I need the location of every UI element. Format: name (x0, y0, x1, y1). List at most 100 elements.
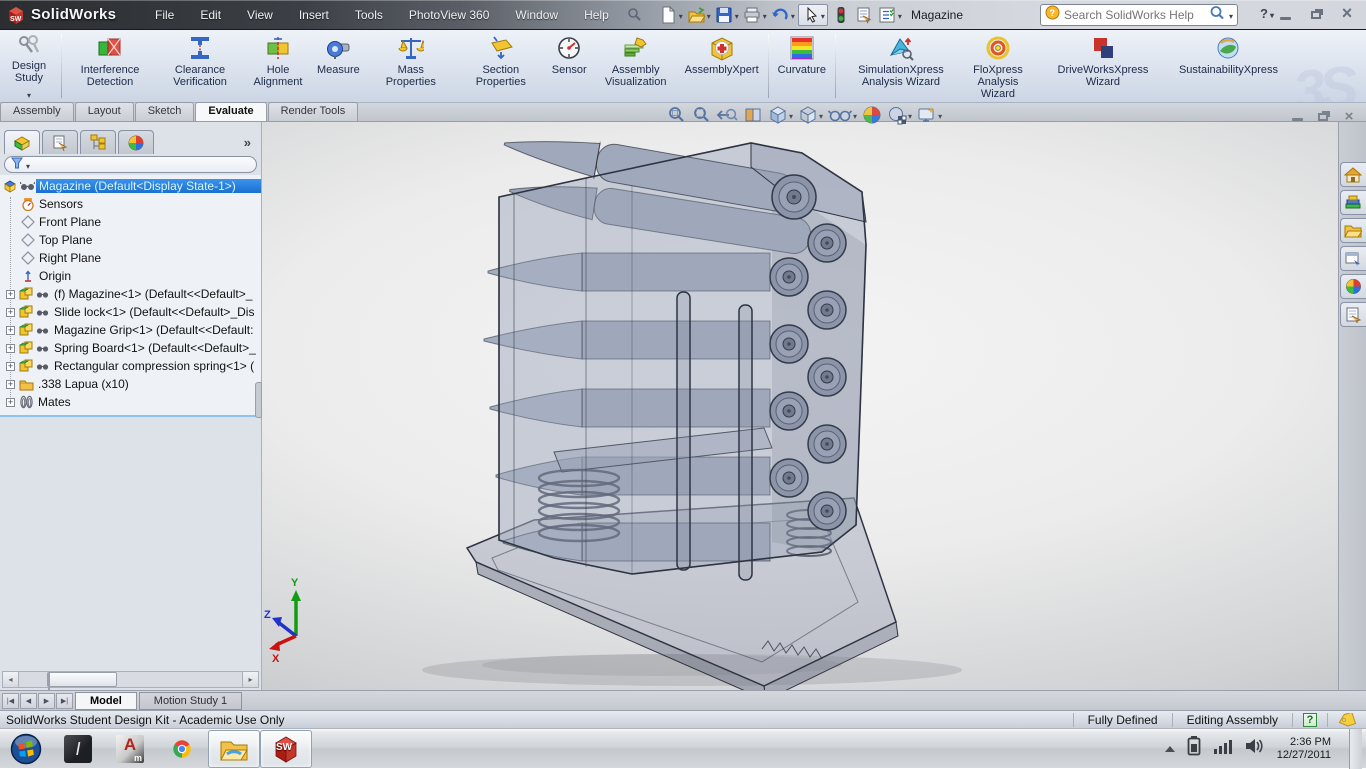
network-signal-icon[interactable] (1213, 737, 1233, 760)
tree-item-origin[interactable]: Origin (0, 267, 261, 285)
dropdown-caret[interactable] (763, 6, 767, 24)
tab-render-tools[interactable]: Render Tools (267, 102, 359, 121)
expand-icon[interactable] (6, 289, 15, 299)
tree-item-spring-board[interactable]: Spring Board<1> (Default<<Default>_ (0, 339, 261, 357)
search-magnifier-icon[interactable] (1209, 5, 1225, 26)
ribbon-button-driveworksxpress[interactable]: DriveWorksXpress Wizard (1033, 30, 1173, 102)
panel-overflow-chevron[interactable]: » (244, 135, 251, 150)
taskbar-solidworks[interactable]: SW (260, 730, 312, 768)
print-button[interactable] (742, 5, 767, 25)
ribbon-button-assemblyxpert[interactable]: AssemblyXpert (679, 30, 765, 102)
previous-tab-button[interactable] (20, 692, 37, 709)
tree-item-top-plane[interactable]: Top Plane (0, 231, 261, 249)
solidworks-resources-home-tab[interactable] (1339, 162, 1366, 187)
menu-help[interactable]: Help (571, 3, 622, 27)
help-search-box[interactable]: ? (1040, 4, 1238, 26)
menu-view[interactable]: View (234, 3, 286, 27)
expand-icon[interactable] (6, 343, 15, 353)
section-view-button[interactable] (743, 105, 763, 125)
close-button[interactable] (1336, 5, 1358, 23)
apply-scene-button[interactable] (887, 105, 912, 125)
minimize-button[interactable] (1274, 5, 1296, 23)
tab-sketch[interactable]: Sketch (134, 102, 195, 121)
ribbon-button-sustainabilityxpress[interactable]: SustainabilityXpress (1173, 30, 1284, 102)
dropdown-caret[interactable] (908, 106, 912, 124)
panel-horizontal-scrollbar[interactable] (2, 671, 259, 690)
dropdown-caret[interactable] (853, 106, 857, 124)
tab-layout[interactable]: Layout (74, 102, 134, 121)
tree-item-compression-spring[interactable]: Rectangular compression spring<1> ( (0, 357, 261, 375)
displaymanager-tab[interactable] (118, 130, 154, 154)
tab-motion-study-1[interactable]: Motion Study 1 (138, 691, 243, 710)
zoom-to-fit-button[interactable] (666, 105, 686, 125)
taskbar-autodesk-inventor[interactable] (52, 730, 104, 768)
select-tool-button[interactable] (797, 3, 828, 26)
undo-button[interactable] (770, 5, 795, 25)
3d-model-magazine[interactable]: Y Z X (262, 122, 1332, 690)
tree-item-338-lapua-folder[interactable]: .338 Lapua (x10) (0, 375, 261, 393)
taskbar-chrome[interactable] (156, 730, 208, 768)
dropdown-caret[interactable] (819, 106, 823, 124)
view-palette-tab[interactable] (1339, 246, 1366, 271)
tab-model[interactable]: Model (75, 691, 137, 710)
volume-icon[interactable] (1245, 737, 1265, 760)
graphics-viewport[interactable]: Y Z X (262, 122, 1366, 690)
tree-item-mates[interactable]: Mates (0, 393, 261, 411)
previous-view-button[interactable] (716, 105, 738, 125)
show-desktop-button[interactable] (1349, 728, 1362, 769)
dropdown-caret[interactable] (821, 6, 825, 24)
doc-close-button[interactable] (1340, 109, 1358, 123)
ribbon-button-assembly-visualization[interactable]: Assembly Visualization (593, 30, 679, 102)
first-tab-button[interactable] (2, 692, 19, 709)
file-explorer-tab[interactable] (1339, 218, 1366, 243)
ribbon-button-sensor[interactable]: Sensor (546, 30, 593, 102)
ribbon-button-clearance-verification[interactable]: Clearance Verification (155, 30, 245, 102)
doc-restore-button[interactable] (1314, 109, 1332, 123)
design-study-caret[interactable] (27, 85, 31, 102)
expand-icon[interactable] (6, 397, 15, 407)
tree-item-slide-lock[interactable]: Slide lock<1> (Default<<Default>_Dis (0, 303, 261, 321)
taskbar-windows-explorer[interactable] (208, 730, 260, 768)
appearances-scenes-tab[interactable] (1339, 274, 1366, 299)
configurationmanager-tab[interactable] (80, 130, 116, 154)
custom-properties-tab[interactable] (1339, 302, 1366, 327)
dropdown-caret[interactable] (735, 6, 739, 24)
ribbon-button-design-study[interactable]: Design Study (0, 30, 58, 102)
panel-splitter-handle[interactable] (255, 382, 262, 418)
ribbon-button-measure[interactable]: Measure (311, 30, 366, 102)
scrollbar-thumb[interactable] (47, 672, 117, 690)
view-orientation-button[interactable] (768, 105, 793, 125)
featuremanager-tree-tab[interactable] (4, 130, 40, 154)
ribbon-button-hole-alignment[interactable]: Hole Alignment (245, 30, 311, 102)
expand-icon[interactable] (6, 379, 15, 389)
tags-button[interactable] (1327, 712, 1366, 727)
hide-show-items-button[interactable] (828, 105, 857, 125)
tree-item-magazine-grip[interactable]: Magazine Grip<1> (Default<<Default: (0, 321, 261, 339)
design-library-tab[interactable] (1339, 190, 1366, 215)
rebuild-button[interactable] (831, 5, 851, 25)
help-search-input[interactable] (1064, 8, 1205, 22)
scroll-left-button[interactable] (3, 672, 19, 687)
menu-file[interactable]: File (142, 3, 187, 27)
zoom-to-area-button[interactable] (691, 105, 711, 125)
expand-icon[interactable] (6, 325, 15, 335)
menu-photoview-360[interactable]: PhotoView 360 (396, 3, 503, 27)
file-properties-button[interactable] (854, 5, 874, 25)
dropdown-caret[interactable] (707, 6, 711, 24)
doc-minimize-button[interactable] (1288, 109, 1306, 123)
start-button[interactable] (0, 730, 52, 768)
dropdown-caret[interactable] (791, 6, 795, 24)
last-tab-button[interactable] (56, 692, 73, 709)
quick-tips-help-button[interactable] (1292, 712, 1327, 727)
open-document-button[interactable] (686, 5, 711, 25)
dropdown-caret[interactable] (938, 106, 942, 124)
ribbon-button-simulationxpress[interactable]: SimulationXpress Analysis Wizard (839, 30, 963, 102)
view-settings-button[interactable] (917, 105, 942, 125)
menu-insert[interactable]: Insert (286, 3, 342, 27)
tree-item-right-plane[interactable]: Right Plane (0, 249, 261, 267)
next-tab-button[interactable] (38, 692, 55, 709)
menu-window[interactable]: Window (502, 3, 571, 27)
restore-button[interactable] (1305, 5, 1327, 23)
menu-edit[interactable]: Edit (187, 3, 234, 27)
battery-icon[interactable] (1187, 736, 1201, 761)
